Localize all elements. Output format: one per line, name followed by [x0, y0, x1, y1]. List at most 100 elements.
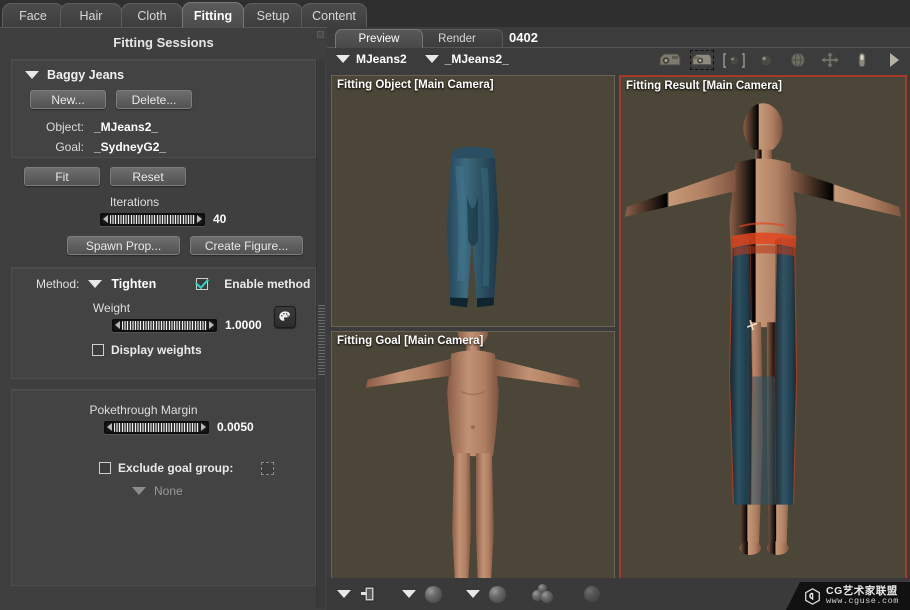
spawn-prop-button[interactable]: Spawn Prop... — [67, 236, 180, 255]
tab-setup-label: Setup — [256, 8, 290, 23]
exclude-goal-value[interactable]: None — [154, 484, 183, 498]
object-value[interactable]: _MJeans2_ — [94, 120, 158, 134]
selected-figure[interactable]: MJeans2 — [356, 52, 407, 66]
globe-icon[interactable] — [786, 50, 810, 70]
session-group: Baggy Jeans New... Delete... Object: _MJ… — [11, 59, 316, 158]
exclude-goal-group-label: Exclude goal group: — [118, 461, 234, 475]
method-value[interactable]: Tighten — [111, 277, 156, 291]
jeans-render — [447, 146, 499, 308]
enable-method-label: Enable method — [224, 277, 311, 291]
create-figure-button[interactable]: Create Figure... — [190, 236, 303, 255]
slider-left-arrow-icon[interactable] — [115, 321, 120, 329]
frame-number[interactable]: 0402 — [509, 30, 538, 45]
actor-dropdown-chevron-icon[interactable] — [424, 55, 439, 63]
goal-label: Goal: — [55, 140, 84, 154]
new-session-button[interactable]: New... — [30, 90, 106, 109]
reset-button-label: Reset — [132, 169, 164, 184]
exclude-goal-group-checkbox[interactable] — [99, 462, 111, 474]
tab-render[interactable]: Render — [411, 29, 503, 48]
pokethrough-label: Pokethrough Margin — [89, 403, 198, 417]
sphere-icon[interactable] — [489, 585, 506, 603]
panel-resize-corner[interactable] — [317, 31, 324, 38]
enable-method-checkbox[interactable] — [196, 278, 209, 290]
fitting-sessions-panel: Fitting Sessions Baggy Jeans New... Dele… — [0, 27, 327, 610]
viewport-fitting-object-label: Fitting Object [Main Camera] — [337, 79, 494, 91]
tab-hair[interactable]: Hair — [60, 3, 122, 27]
viewport-toolbar — [658, 50, 906, 70]
iterations-label: Iterations — [109, 195, 160, 209]
exclude-goal-group-extra-checkbox[interactable] — [261, 461, 275, 475]
weight-slider[interactable] — [112, 318, 217, 332]
slider-right-arrow-icon[interactable] — [197, 215, 202, 223]
palette-icon — [279, 311, 290, 321]
shaded-sphere-icon[interactable] — [584, 586, 600, 602]
fit-button[interactable]: Fit — [24, 167, 100, 186]
sphere-icon[interactable] — [425, 585, 442, 603]
slider-track[interactable] — [110, 214, 195, 224]
sphere-icon[interactable] — [754, 50, 778, 70]
object-label: Object: — [45, 120, 84, 134]
reset-button[interactable]: Reset — [110, 167, 186, 186]
move-cross-icon[interactable] — [818, 50, 842, 70]
watermark-url: www.cguse.com — [826, 596, 899, 607]
tab-preview-label: Preview — [358, 33, 400, 45]
slider-track[interactable] — [114, 422, 199, 432]
chevron-down-icon[interactable] — [402, 590, 416, 598]
pokethrough-value[interactable]: 0.0050 — [217, 420, 254, 434]
selected-actor[interactable]: _MJeans2_ — [445, 52, 509, 66]
viewport-grid: Fitting Object [Main Camera] Fitting Goa… — [331, 75, 907, 603]
pokethrough-group: Pokethrough Margin 0.0050 Exclude goal g… — [11, 389, 316, 586]
tab-face[interactable]: Face — [2, 3, 64, 27]
method-dropdown-chevron-icon[interactable] — [88, 280, 103, 288]
viewport-fitting-result-label: Fitting Result [Main Camera] — [626, 80, 782, 92]
camera-icon[interactable] — [658, 50, 682, 70]
pokethrough-slider[interactable] — [104, 420, 209, 434]
left-panel-scrollbar[interactable] — [316, 60, 325, 608]
chevron-down-icon[interactable] — [337, 590, 351, 598]
viewport-fitting-object[interactable]: Fitting Object [Main Camera] — [331, 75, 615, 327]
tab-content[interactable]: Content — [301, 3, 367, 27]
chevron-down-icon[interactable] — [25, 71, 39, 79]
tab-face-label: Face — [19, 8, 47, 23]
tab-fitting-label: Fitting — [193, 8, 233, 23]
tab-cloth-label: Cloth — [137, 8, 167, 23]
goal-value[interactable]: _SydneyG2_ — [94, 140, 166, 154]
slider-left-arrow-icon[interactable] — [103, 215, 108, 223]
slider-left-arrow-icon[interactable] — [107, 423, 112, 431]
application-window: Face Hair Cloth Fitting Setup Content Fi… — [0, 0, 910, 610]
slider-right-arrow-icon[interactable] — [209, 321, 214, 329]
render-settings-icon[interactable] — [360, 585, 376, 603]
tab-setup[interactable]: Setup — [243, 3, 303, 27]
tab-preview[interactable]: Preview — [335, 29, 423, 48]
tab-fitting[interactable]: Fitting — [182, 2, 244, 28]
slider-right-arrow-icon[interactable] — [201, 423, 206, 431]
figure-dropdown-chevron-icon[interactable] — [336, 55, 350, 63]
weight-value[interactable]: 1.0000 — [225, 318, 262, 332]
multi-sphere-icon[interactable] — [532, 584, 556, 604]
chevron-down-icon[interactable] — [466, 590, 480, 598]
viewport-fitting-result[interactable]: Fitting Result [Main Camera] — [619, 75, 907, 601]
display-weights-checkbox[interactable] — [92, 344, 104, 356]
framed-sphere-icon[interactable] — [722, 50, 746, 70]
next-arrow-icon[interactable] — [882, 50, 906, 70]
tab-cloth[interactable]: Cloth — [121, 3, 183, 27]
slider-track[interactable] — [122, 320, 207, 330]
room-tab-bar: Face Hair Cloth Fitting Setup Content — [0, 0, 910, 28]
panel-title: Fitting Sessions — [113, 35, 214, 50]
viewport-fitting-goal[interactable]: Fitting Goal [Main Camera] — [331, 331, 615, 601]
session-header[interactable]: Baggy Jeans — [12, 60, 315, 88]
delete-session-label: Delete... — [131, 92, 177, 107]
cg-logo-icon — [805, 587, 820, 605]
camera-dolly-icon[interactable] — [690, 50, 714, 70]
session-name: Baggy Jeans — [47, 68, 125, 82]
goal-figure-render — [365, 332, 581, 594]
light-icon[interactable] — [850, 50, 874, 70]
iterations-value[interactable]: 40 — [213, 212, 226, 226]
weight-paint-button[interactable] — [273, 306, 296, 328]
iterations-slider[interactable] — [100, 212, 205, 226]
scrollbar-thumb[interactable] — [318, 305, 325, 375]
create-figure-label: Create Figure... — [204, 238, 289, 253]
exclude-goal-dropdown-chevron-icon[interactable] — [132, 487, 146, 495]
method-label: Method: — [36, 277, 80, 291]
delete-session-button[interactable]: Delete... — [116, 90, 192, 109]
